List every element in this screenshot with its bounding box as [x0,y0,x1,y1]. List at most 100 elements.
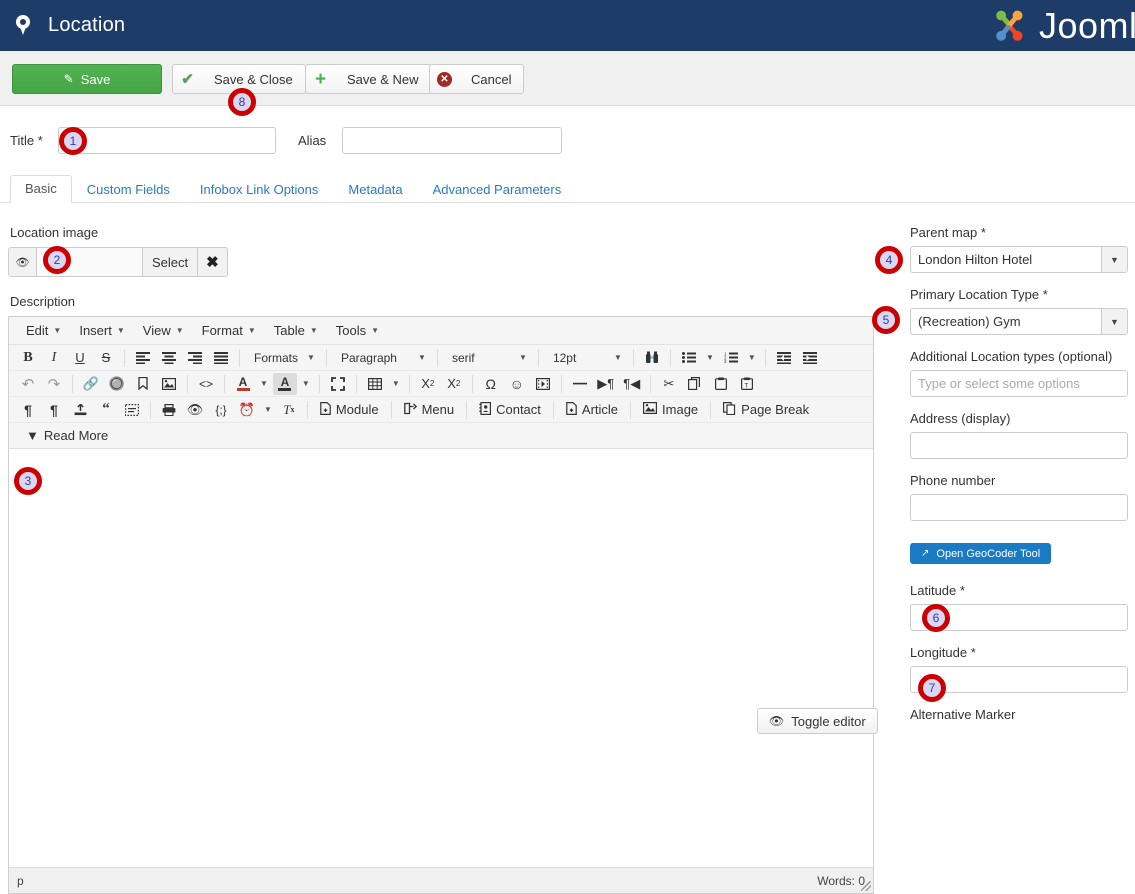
fullscreen-icon[interactable] [326,373,350,395]
insert-page-break-button[interactable]: Page Break [717,399,815,421]
cancel-label-cell[interactable]: Cancel [459,64,525,94]
address-input[interactable] [910,432,1128,459]
align-justify-icon[interactable] [209,347,233,369]
save-close-label-cell[interactable]: Save & Close [202,64,306,94]
code-icon[interactable]: {;} [209,399,233,421]
tab-advanced-parameters[interactable]: Advanced Parameters [418,176,577,203]
numbered-list-icon[interactable]: 123 [719,347,743,369]
insert-menu-button[interactable]: Menu [398,399,461,421]
save-new-button[interactable]: + Save & New [305,64,432,94]
visual-blocks-icon[interactable]: ¶ [16,399,40,421]
table-chevron-icon[interactable]: ▼ [389,373,403,395]
alias-input[interactable] [342,127,562,154]
menu-insert[interactable]: Insert ▼ [70,320,133,341]
article-label: Article [581,402,619,417]
save-button[interactable]: ✎ Save [12,64,162,94]
smiley-icon[interactable]: ☺ [505,373,529,395]
numbered-list-chevron-icon[interactable]: ▼ [745,347,759,369]
rtl-icon[interactable]: ¶◀ [620,373,644,395]
insert-module-button[interactable]: Module [314,399,385,421]
align-center-icon[interactable] [157,347,181,369]
tab-basic[interactable]: Basic [10,175,72,203]
paste-icon[interactable] [709,373,733,395]
binoculars-icon[interactable] [640,347,664,369]
insert-read-more-button[interactable]: ▼ Read More [16,425,114,447]
outdent-icon[interactable] [772,347,796,369]
menu-format[interactable]: Format ▼ [193,320,265,341]
text-color-icon[interactable]: A [231,373,255,395]
strikethrough-icon[interactable]: S [94,347,118,369]
subscript-icon[interactable]: X2 [416,373,440,395]
media-icon[interactable] [531,373,555,395]
menu-tools[interactable]: Tools ▼ [327,320,388,341]
menu-view[interactable]: View ▼ [134,320,193,341]
underline-icon[interactable]: U [68,347,92,369]
eye-icon[interactable]: 👁 [9,248,37,276]
preview-eye-icon[interactable]: 👁 [183,399,207,421]
table-icon[interactable] [363,373,387,395]
font-family-select[interactable]: serif ▼ [445,347,531,369]
template-icon[interactable] [68,399,92,421]
clear-image-icon[interactable]: ✖ [197,248,227,276]
link-icon[interactable]: 🔗 [79,373,103,395]
align-right-icon[interactable] [183,347,207,369]
text-color-chevron-icon[interactable]: ▼ [257,373,271,395]
open-geocoder-tool-button[interactable]: ↗ Open GeoCoder Tool [910,543,1052,564]
blockquote-icon[interactable]: “ [94,399,118,421]
save-new-label-cell[interactable]: Save & New [335,64,432,94]
bullet-list-icon[interactable] [677,347,701,369]
external-link-icon: ↗ [921,548,930,559]
bold-icon[interactable]: B [16,347,40,369]
chevron-down-icon: ▼ [519,353,527,362]
additional-location-types-input[interactable] [910,370,1128,397]
chevron-down-icon: ▼ [175,326,184,335]
printer-icon[interactable] [157,399,181,421]
superscript-icon[interactable]: X2 [442,373,466,395]
insert-image-button[interactable]: Image [637,399,704,421]
cancel-button[interactable]: ✕ Cancel [429,64,525,94]
nonbreaking-icon[interactable] [120,399,144,421]
italic-icon[interactable]: I [42,347,66,369]
clock-icon[interactable]: ⏰ [235,399,259,421]
block-format-select[interactable]: Paragraph ▼ [334,347,430,369]
menu-edit[interactable]: Edit ▼ [17,320,70,341]
align-left-icon[interactable] [131,347,155,369]
background-color-chevron-icon[interactable]: ▼ [299,373,313,395]
remove-format-icon[interactable]: Tx [277,399,301,421]
visual-chars-icon[interactable]: ¶ [42,399,66,421]
editor-resize-handle[interactable] [861,881,871,891]
font-size-select[interactable]: 12pt ▼ [546,347,626,369]
ltr-icon[interactable]: ▶¶ [594,373,618,395]
scissors-icon[interactable]: ✂ [657,373,681,395]
omega-icon[interactable]: Ω [479,373,503,395]
bullet-list-chevron-icon[interactable]: ▼ [703,347,717,369]
background-color-icon[interactable]: A [272,372,297,395]
alternative-marker-label: Alternative Marker [910,707,1016,722]
paste-text-icon[interactable]: T [735,373,759,395]
chevron-down-icon: ▼ [309,326,318,335]
select-image-button[interactable]: Select [142,248,198,276]
image-icon[interactable] [157,373,181,395]
tab-metadata[interactable]: Metadata [333,176,417,203]
indent-icon[interactable] [798,347,822,369]
insert-article-button[interactable]: Article [560,399,624,421]
insert-contact-button[interactable]: Contact [473,399,547,421]
tab-custom-fields[interactable]: Custom Fields [72,176,185,203]
toggle-editor-button[interactable]: 👁 Toggle editor [757,708,878,734]
menu-table[interactable]: Table ▼ [265,320,327,341]
unlink-icon[interactable]: 🔘 [105,373,129,395]
parent-map-select[interactable]: London Hilton Hotel ▼ [910,246,1128,273]
copy-icon[interactable] [683,373,707,395]
redo-icon[interactable]: ↷ [42,373,66,395]
tab-infobox-link-options[interactable]: Infobox Link Options [185,176,334,203]
editor-content-area[interactable] [9,449,873,867]
phone-input[interactable] [910,494,1128,521]
clock-chevron-icon[interactable]: ▼ [261,399,275,421]
title-input[interactable] [58,127,276,154]
formats-select[interactable]: Formats ▼ [247,347,319,369]
undo-icon[interactable]: ↶ [16,373,40,395]
source-code-icon[interactable]: <> [194,373,218,395]
bookmark-icon[interactable] [131,373,155,395]
primary-location-type-select[interactable]: (Recreation) Gym ▼ [910,308,1128,335]
horizontal-rule-icon[interactable] [568,373,592,395]
